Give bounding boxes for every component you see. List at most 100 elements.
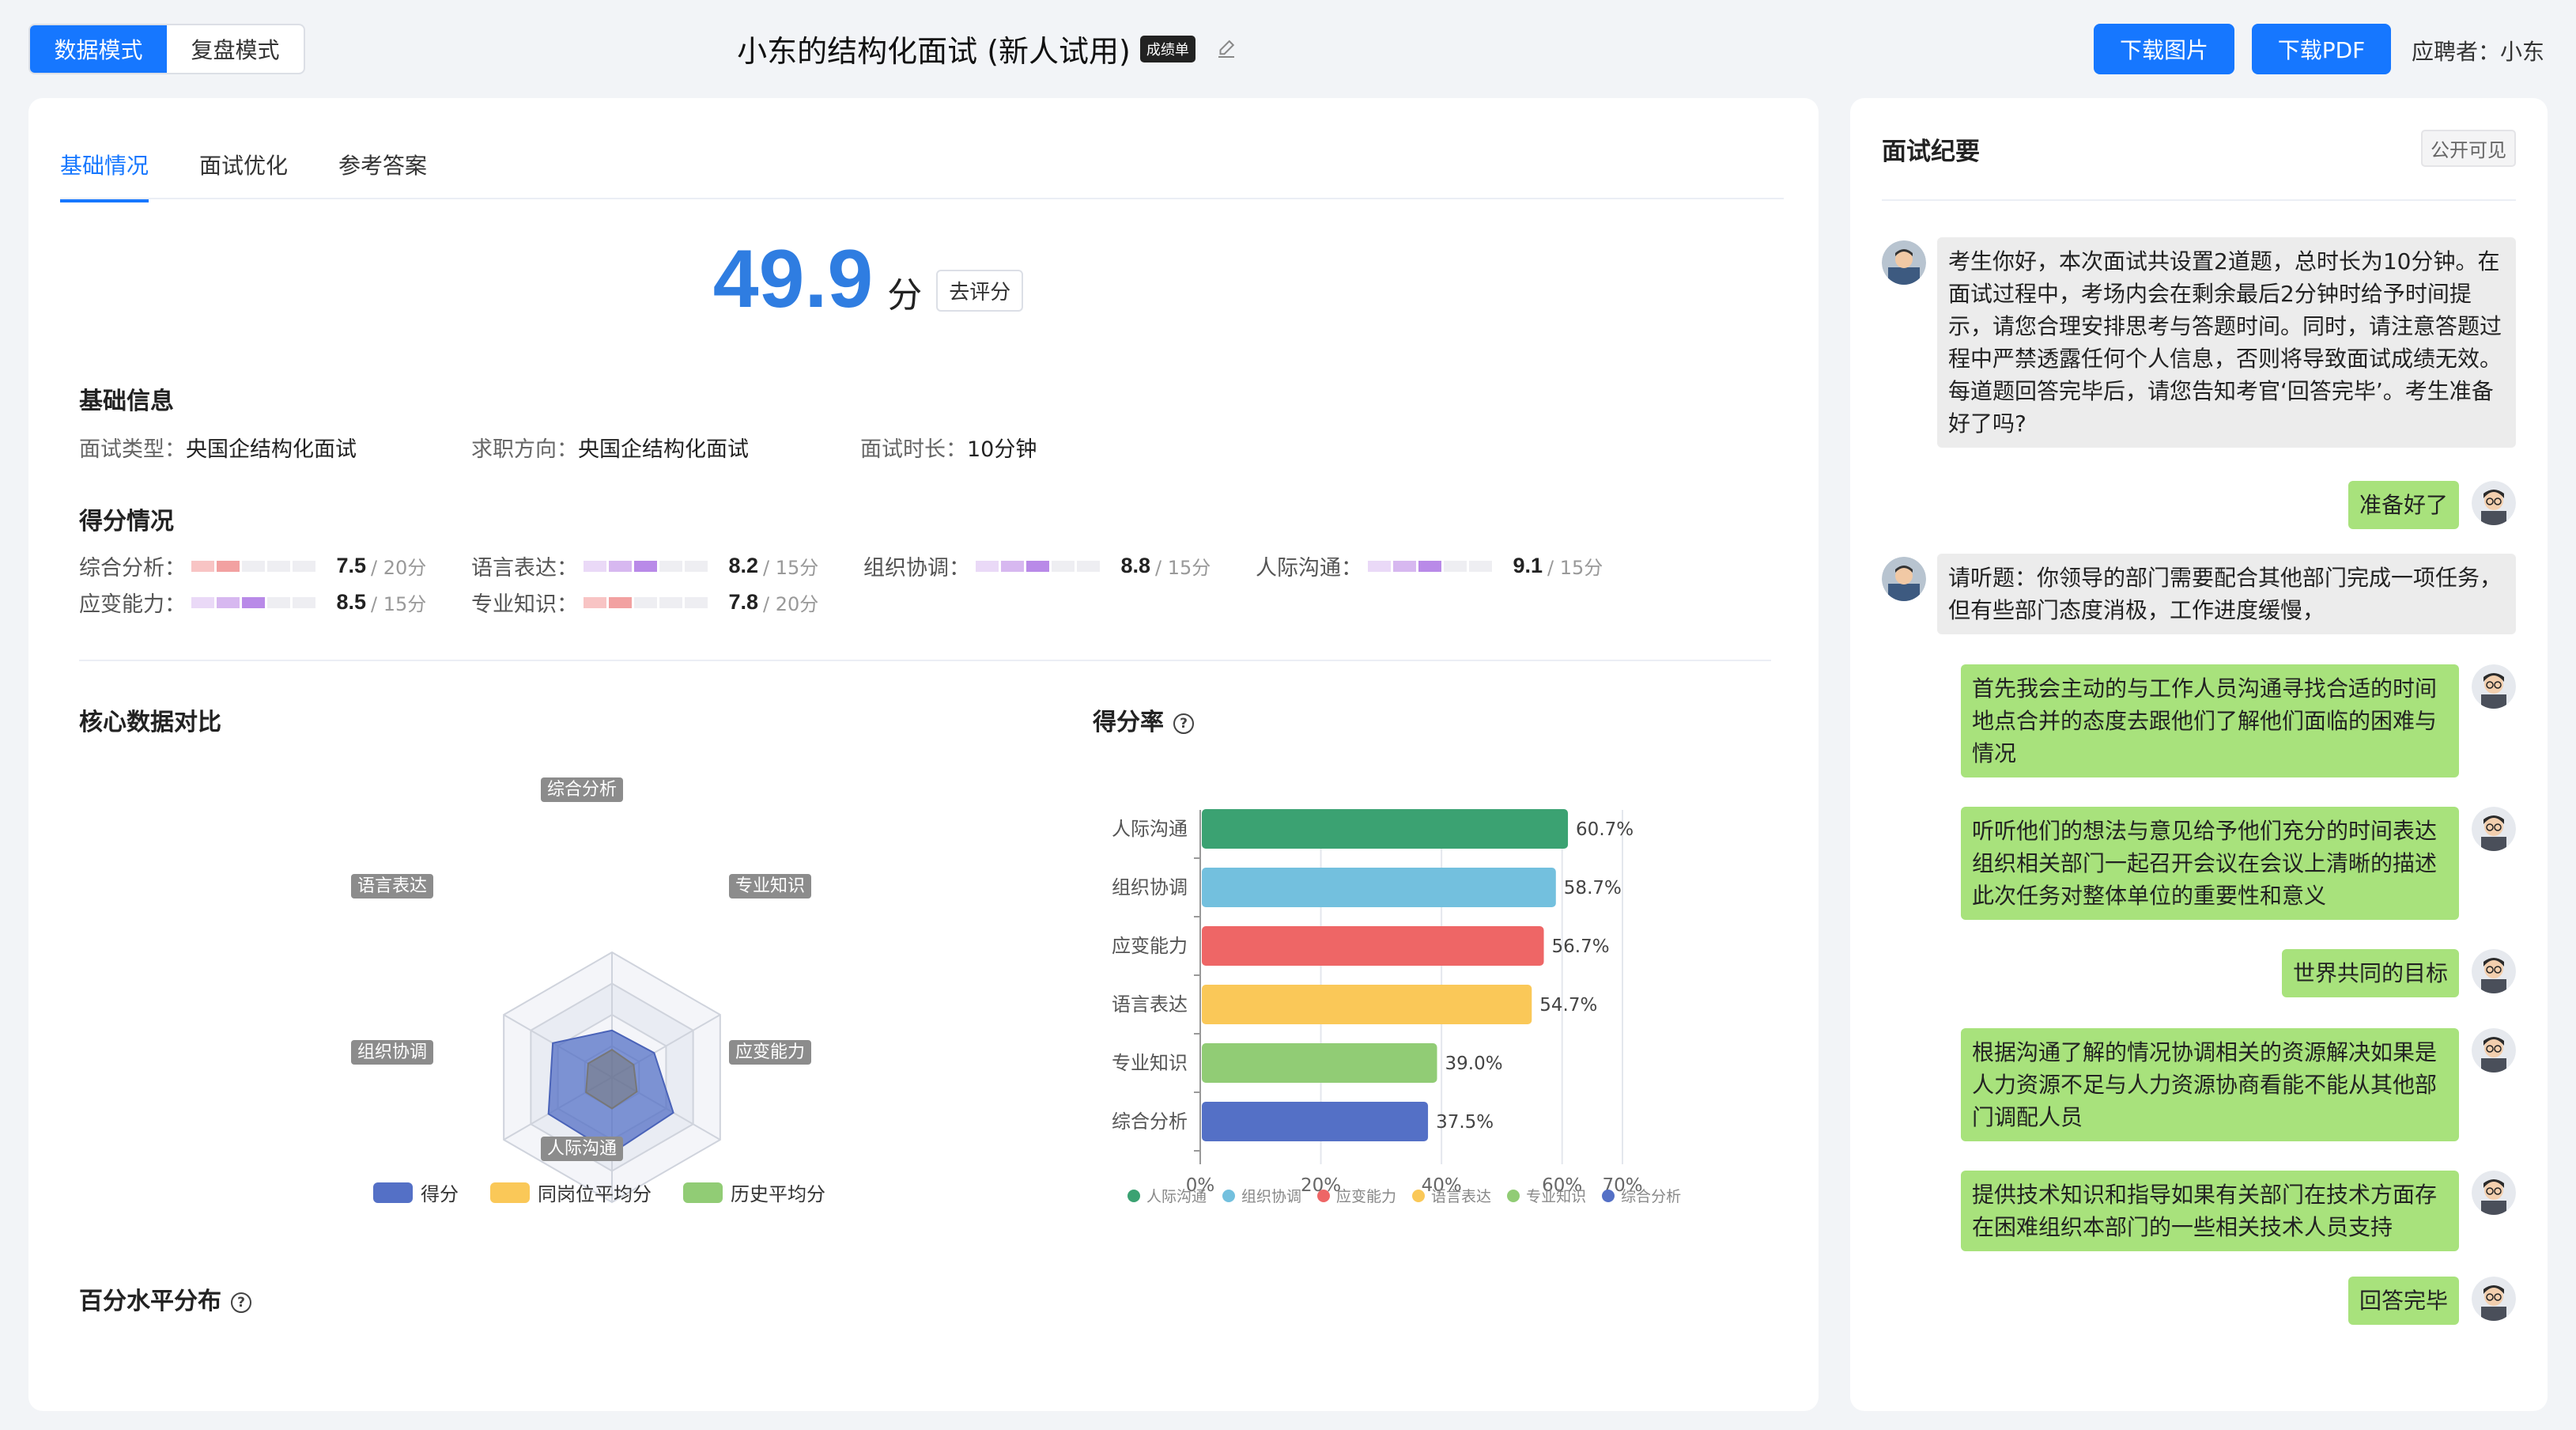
level-segment	[191, 560, 214, 572]
legend-label: 语言表达	[1431, 1188, 1492, 1205]
level-segment	[1026, 560, 1049, 572]
visibility-tag[interactable]: 公开可见	[2421, 130, 2516, 167]
radar-label-text: 语言表达	[351, 874, 434, 898]
score-item-max: / 15分	[763, 557, 819, 579]
radar-axis-label: 语言表达	[351, 872, 434, 898]
y-tick-label: 专业知识	[1112, 1052, 1188, 1074]
candidate-avatar	[2472, 1171, 2516, 1215]
bar-legend: 人际沟通 组织协调 应变能力 语言表达 专业知识 综合分析	[1127, 1185, 1681, 1206]
level-segment	[1368, 560, 1391, 572]
score-item: 人际沟通： 9.1/ 15分	[1256, 550, 1603, 581]
score-item-max: / 15分	[371, 593, 427, 615]
level-segment	[1418, 560, 1441, 572]
page-title: 小东的结构化面试 (新人试用)	[737, 34, 1131, 69]
data-mode-button[interactable]: 数据模式	[30, 25, 167, 73]
radar-axis-label: 应变能力	[729, 1038, 812, 1065]
info-direction: 求职方向：央国企结构化面试	[471, 432, 749, 463]
level-segment	[293, 560, 315, 572]
help-icon[interactable]: ?	[231, 1292, 251, 1313]
level-segment	[267, 560, 290, 572]
bar-data-label: 56.7%	[1552, 936, 1610, 957]
minutes-divider	[1882, 199, 2516, 201]
info-value: 10分钟	[967, 437, 1037, 462]
score-item-label: 人际沟通：	[1256, 556, 1362, 581]
tab-basic[interactable]: 基础情况	[60, 149, 149, 202]
candidate-avatar	[2472, 949, 2516, 993]
candidate-message: 回答完毕	[2347, 1277, 2459, 1325]
percentile-title-text: 百分水平分布	[79, 1288, 221, 1315]
score-unit: 分	[887, 275, 923, 316]
legend-item[interactable]: 历史平均分	[683, 1178, 825, 1206]
candidate-avatar	[2472, 1277, 2516, 1321]
score-level-bar	[584, 596, 708, 608]
bar	[1202, 926, 1544, 966]
bar-data-label: 60.7%	[1576, 819, 1634, 840]
level-segment	[1393, 560, 1416, 572]
level-segment	[1001, 560, 1024, 572]
level-segment	[1052, 560, 1075, 572]
edit-icon[interactable]	[1214, 37, 1238, 61]
bar	[1202, 1043, 1437, 1083]
legend-item[interactable]: 综合分析	[1602, 1185, 1681, 1206]
y-tick-label: 语言表达	[1112, 993, 1188, 1016]
level-segment	[634, 596, 657, 608]
candidate-message: 听听他们的想法与意见给予他们充分的时间表达组织相关部门一起召开会议在会议上清晰的…	[1961, 807, 2459, 920]
legend-label: 应变能力	[1336, 1188, 1397, 1205]
download-image-button[interactable]: 下载图片	[2094, 24, 2234, 74]
download-pdf-button[interactable]: 下载PDF	[2252, 24, 2391, 74]
legend-item[interactable]: 专业知识	[1507, 1185, 1586, 1206]
candidate-message: 世界共同的目标	[2281, 949, 2459, 997]
level-segment	[659, 596, 682, 608]
interviewer-avatar	[1882, 557, 1926, 601]
level-segment	[685, 596, 708, 608]
legend-item[interactable]: 同岗位平均分	[490, 1178, 652, 1206]
report-badge: 成绩单	[1139, 35, 1195, 62]
score-item: 语言表达： 8.2/ 15分	[471, 550, 818, 581]
score-item-label: 语言表达：	[471, 556, 578, 581]
rate-button[interactable]: 去评分	[936, 270, 1024, 312]
score-item-max: / 20分	[763, 593, 819, 615]
info-label: 面试时长：	[860, 437, 967, 462]
radar-legend: 得分 同岗位平均分 历史平均分	[373, 1178, 825, 1206]
score-item-value: 8.8	[1120, 554, 1150, 577]
legend-item[interactable]: 语言表达	[1412, 1185, 1491, 1206]
review-mode-button[interactable]: 复盘模式	[167, 25, 304, 73]
tab-answers[interactable]: 参考答案	[338, 149, 427, 202]
candidate-message: 提供技术知识和指导如果有关部门在技术方面存在困难组织本部门的一些相关技术人员支持	[1961, 1171, 2459, 1251]
legend-item[interactable]: 组织协调	[1222, 1185, 1301, 1206]
radar-axis-label: 组织协调	[351, 1038, 434, 1065]
info-value: 央国企结构化面试	[578, 437, 749, 462]
candidate-message: 准备好了	[2347, 481, 2459, 529]
basic-info-title: 基础信息	[79, 388, 174, 415]
legend-swatch	[490, 1182, 530, 1203]
minutes-title: 面试纪要	[1882, 138, 1980, 166]
bar-data-label: 54.7%	[1539, 995, 1597, 1016]
legend-item[interactable]: 应变能力	[1317, 1185, 1396, 1206]
bar	[1202, 868, 1556, 907]
radar-label-text: 应变能力	[729, 1040, 812, 1065]
candidate-avatar	[2472, 481, 2516, 525]
level-segment	[685, 560, 708, 572]
legend-item[interactable]: 得分	[373, 1178, 459, 1206]
level-segment	[217, 596, 240, 608]
tab-optimize[interactable]: 面试优化	[199, 149, 288, 202]
score-item-value: 7.8	[728, 590, 758, 614]
interviewer-message: 考生你好，本次面试共设置2道题，总时长为10分钟。在面试过程中，考场内会在剩余最…	[1937, 237, 2516, 448]
interviewer-message: 请听题：你领导的部门需要配合其他部门完成一项任务，但有些部门态度消极，工作进度缓…	[1937, 554, 2516, 634]
candidate-message: 首先我会主动的与工作人员沟通寻找合适的时间地点合并的态度去跟他们了解他们面临的困…	[1961, 664, 2459, 777]
score-item: 应变能力： 8.5/ 15分	[79, 587, 426, 618]
legend-swatch	[1412, 1189, 1426, 1202]
legend-label: 专业知识	[1526, 1188, 1587, 1205]
tab-divider	[60, 198, 1784, 199]
score-item-label: 组织协调：	[863, 556, 970, 581]
level-segment	[191, 596, 214, 608]
score-level-bar	[191, 560, 315, 572]
y-tick-label: 应变能力	[1112, 935, 1188, 957]
bar-data-label: 58.7%	[1564, 878, 1622, 898]
legend-swatch	[683, 1182, 723, 1203]
score-item: 组织协调： 8.8/ 15分	[863, 550, 1211, 581]
percentile-title: 百分水平分布?	[79, 1281, 251, 1316]
info-duration: 面试时长：10分钟	[860, 432, 1037, 463]
score-level-bar	[976, 560, 1100, 572]
legend-item[interactable]: 人际沟通	[1127, 1185, 1207, 1206]
